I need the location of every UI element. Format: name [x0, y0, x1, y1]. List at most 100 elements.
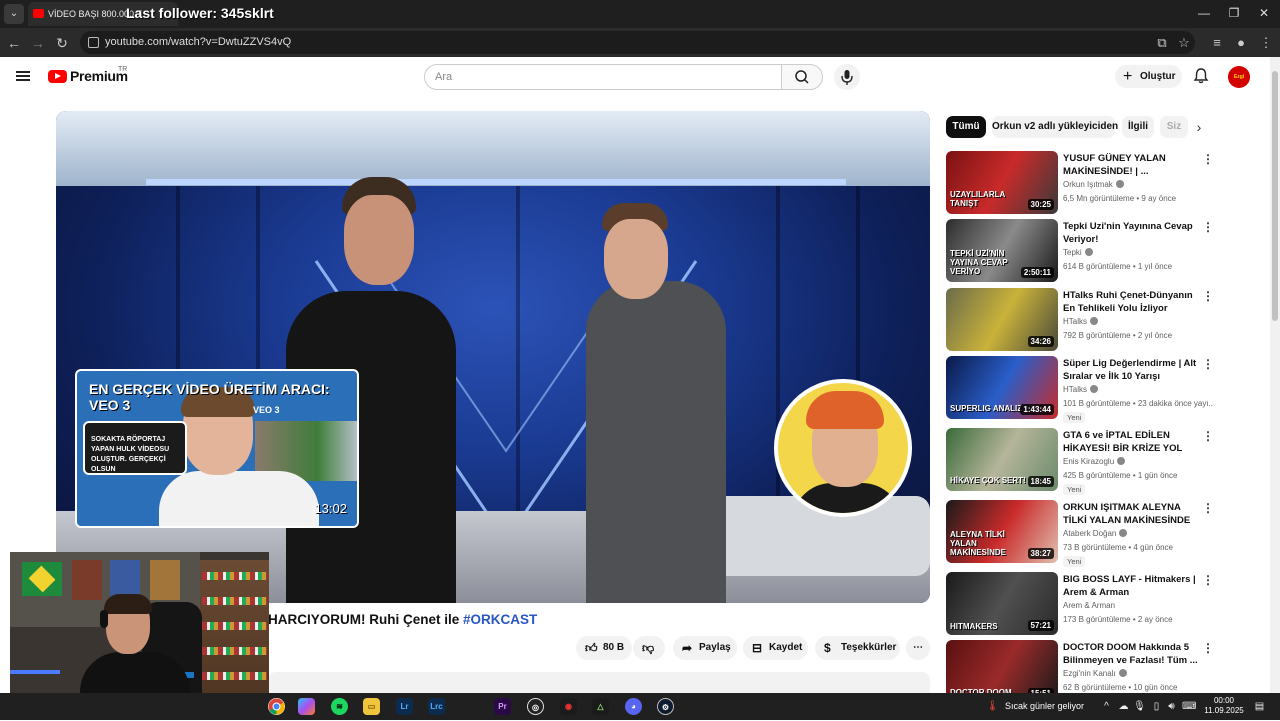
more-vertical-icon[interactable]: ⋮: [1202, 642, 1214, 654]
taskbar-lightroom-icon[interactable]: Lr: [396, 698, 413, 715]
install-app-icon[interactable]: ⧉: [1152, 33, 1172, 53]
notification-center-icon[interactable]: ▤: [1253, 700, 1266, 713]
taskbar-weather-text[interactable]: Sıcak günler geliyor: [1005, 693, 1084, 720]
thumbnail-text: SUPERLIG ANALIZ: [950, 404, 1023, 413]
taskbar-file-explorer-icon[interactable]: ▭: [363, 698, 380, 715]
share-button[interactable]: ➦ Paylaş: [673, 636, 737, 660]
channel-name[interactable]: Enis Kirazoglu: [1063, 457, 1126, 466]
tray-cloud-icon[interactable]: ☁: [1117, 700, 1130, 713]
video-title-link[interactable]: DOCTOR DOOM Hakkında 5 Bilinmeyen ve Faz…: [1063, 641, 1198, 667]
tray-network-icon[interactable]: ▯: [1150, 700, 1163, 713]
thanks-button[interactable]: $ Teşekkürler: [815, 636, 900, 660]
video-title-link[interactable]: GTA 6 ve İPTAL EDİLEN HİKAYESİ! BİR KRİZ…: [1063, 429, 1198, 455]
video-thumbnail[interactable]: HİKAYE ÇOK SERT! 18:45: [946, 428, 1058, 491]
forward-icon[interactable]: →: [28, 33, 48, 53]
description-box[interactable]: [268, 672, 930, 693]
channel-name[interactable]: Ezgi'nin Kanalı: [1063, 669, 1127, 678]
video-duration: 30:25: [1027, 199, 1054, 210]
taskbar-davinci-icon[interactable]: ◉: [560, 698, 577, 715]
more-vertical-icon[interactable]: ⋮: [1202, 153, 1214, 165]
youtube-logo-icon[interactable]: [48, 70, 67, 83]
chip-all[interactable]: Tümü: [946, 116, 986, 138]
channel-name[interactable]: HTalks: [1063, 317, 1099, 326]
weather-thermometer-icon[interactable]: 🌡︎: [986, 700, 999, 713]
taskbar-copilot-icon[interactable]: [298, 698, 315, 715]
chip-from-uploader[interactable]: Orkun v2 adlı yükleyiciden: [992, 116, 1118, 138]
taskbar-discord-icon[interactable]: ◕: [625, 698, 642, 715]
profile-icon[interactable]: ●: [1231, 33, 1251, 53]
create-button[interactable]: + Oluştur: [1115, 65, 1182, 88]
like-button[interactable]: 👍︎ 80 B: [576, 636, 632, 660]
more-vertical-icon[interactable]: ⋮: [1202, 290, 1214, 302]
more-actions-button[interactable]: ⋯: [906, 636, 930, 660]
scrollbar-thumb[interactable]: [1272, 71, 1278, 321]
video-title-link[interactable]: BIG BOSS LAYF - Hitmakers | Arem & Arman: [1063, 573, 1198, 599]
more-vertical-icon[interactable]: ⋮: [1202, 358, 1214, 370]
video-title-link[interactable]: ORKUN IŞITMAK ALEYNA TİLKİ YALAN MAKİNES…: [1063, 501, 1198, 527]
chip-related[interactable]: İlgili: [1122, 116, 1154, 138]
taskbar-lightroom-classic-icon[interactable]: Lrc: [428, 698, 445, 715]
video-thumbnail[interactable]: 34:26: [946, 288, 1058, 351]
video-player[interactable]: [56, 111, 930, 603]
channel-name-text: Arem & Arman: [1063, 601, 1116, 610]
video-thumbnail[interactable]: ALEYNA TİLKİ YALAN MAKİNESİNDE 38:27: [946, 500, 1058, 563]
webcam-poster: [150, 560, 180, 600]
tray-overflow-chevron-icon[interactable]: ^: [1100, 700, 1113, 713]
taskbar-app-icon[interactable]: △: [592, 698, 609, 715]
hamburger-menu-icon[interactable]: [16, 71, 30, 81]
taskbar-chrome-icon[interactable]: [268, 698, 285, 715]
chip-for-you[interactable]: Siz: [1160, 116, 1188, 138]
channel-watermark-badge[interactable]: [774, 379, 912, 517]
minimize-icon[interactable]: —: [1194, 6, 1214, 20]
taskbar-clock[interactable]: 00:00 11.09.2025: [1204, 696, 1244, 716]
video-thumbnail[interactable]: SUPERLIG ANALIZ 1:43:44: [946, 356, 1058, 419]
restore-icon[interactable]: ❐: [1224, 6, 1244, 20]
channel-name[interactable]: Tepki: [1063, 248, 1093, 257]
channel-name[interactable]: Orkun Işıtmak: [1063, 180, 1124, 189]
tray-microphone-icon[interactable]: 🎙︎: [1133, 700, 1146, 713]
video-thumbnail[interactable]: HITMAKERS 57:21: [946, 572, 1058, 635]
tray-volume-icon[interactable]: 🔊︎: [1165, 700, 1178, 713]
channel-name[interactable]: HTalks: [1063, 385, 1099, 394]
video-title-link[interactable]: YUSUF GÜNEY YALAN MAKİNESİNDE! | ...: [1063, 152, 1198, 178]
account-avatar[interactable]: Ezgi: [1228, 66, 1250, 88]
dislike-button[interactable]: 👎︎: [633, 636, 665, 660]
browser-menu-icon[interactable]: ⋮: [1256, 33, 1276, 53]
close-icon[interactable]: ✕: [1254, 6, 1274, 20]
verified-check-icon: [1090, 317, 1099, 325]
save-button[interactable]: ⊟ Kaydet: [743, 636, 808, 660]
voice-search-button[interactable]: [834, 64, 860, 90]
taskbar-obs-icon[interactable]: ◎: [527, 698, 544, 715]
tray-keyboard-icon[interactable]: ⌨: [1182, 700, 1196, 713]
video-thumbnail[interactable]: UZAYLILARLA TANIŞT 30:25: [946, 151, 1058, 214]
search-input[interactable]: Ara: [424, 64, 782, 90]
back-icon[interactable]: ←: [4, 33, 24, 53]
channel-name[interactable]: Ataberk Doğan: [1063, 529, 1128, 538]
search-button[interactable]: [781, 64, 823, 90]
more-vertical-icon[interactable]: ⋮: [1202, 430, 1214, 442]
taskbar-spotify-icon[interactable]: ≋: [331, 698, 348, 715]
media-controls-icon[interactable]: ≡: [1207, 33, 1227, 53]
taskbar-premiere-icon[interactable]: Pr: [494, 698, 511, 715]
video-hashtag[interactable]: #ORKCAST: [463, 612, 537, 627]
more-vertical-icon[interactable]: ⋮: [1202, 574, 1214, 586]
video-thumbnail[interactable]: TEPKİ UZİ'NİN YAYINA CEVAP VERİYO 2:50:11: [946, 219, 1058, 282]
page-scrollbar[interactable]: [1270, 57, 1280, 693]
notifications-bell-icon[interactable]: [1192, 67, 1210, 85]
endscreen-video-card[interactable]: EN GERÇEK VİDEO ÜRETİM ARACI: VEO 3 VEO …: [75, 369, 359, 528]
address-bar[interactable]: youtube.com/watch?v=DwtuZZVS4vQ: [80, 31, 1195, 54]
video-meta: 6,5 Mn görüntüleme • 9 ay önce: [1063, 194, 1177, 203]
video-title-link[interactable]: Süper Lig Değerlendirme | Alt Sıralar ve…: [1063, 357, 1198, 383]
bookmark-star-icon[interactable]: ☆: [1174, 33, 1194, 53]
site-info-icon[interactable]: [88, 37, 99, 48]
channel-name[interactable]: Arem & Arman: [1063, 601, 1115, 610]
reload-icon[interactable]: ↻: [52, 33, 72, 53]
video-title-link[interactable]: HTalks Ruhi Çenet-Dünyanın En Tehlikeli …: [1063, 289, 1198, 315]
more-vertical-icon[interactable]: ⋮: [1202, 502, 1214, 514]
taskbar-steam-icon[interactable]: ⚙: [657, 698, 674, 715]
chevron-right-icon[interactable]: ›: [1190, 118, 1208, 136]
tab-list-button[interactable]: ⌄: [4, 4, 24, 24]
more-vertical-icon[interactable]: ⋮: [1202, 221, 1214, 233]
chrome-icon: [268, 698, 285, 715]
video-title-link[interactable]: Tepki Uzi'nin Yayınına Cevap Veriyor!: [1063, 220, 1198, 246]
